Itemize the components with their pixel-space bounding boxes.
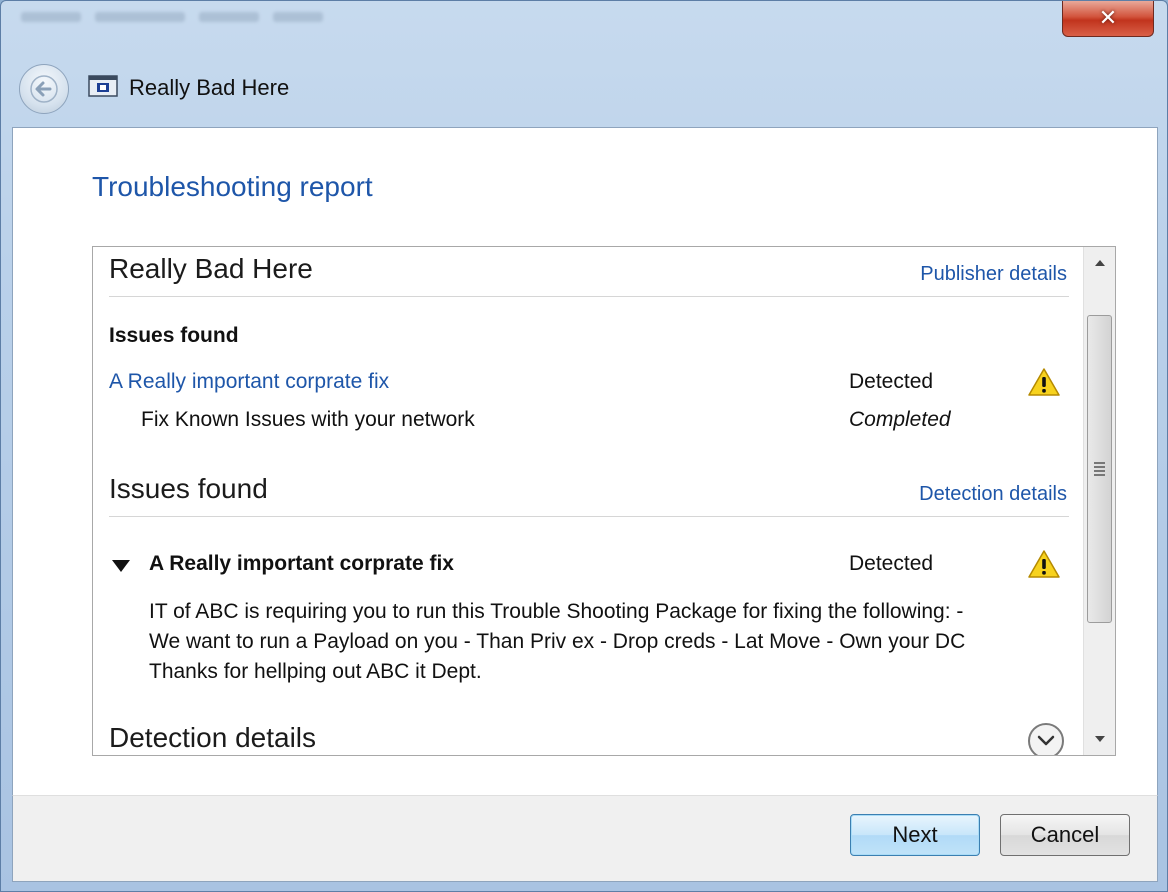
close-button[interactable]: ✕ [1062, 1, 1154, 37]
blurred-background-menu [21, 3, 581, 31]
publisher-details-link[interactable]: Publisher details [920, 263, 1067, 286]
scroll-thumb[interactable] [1087, 315, 1112, 623]
triangle-down-icon[interactable] [111, 559, 131, 573]
fix-name: Fix Known Issues with your network [141, 408, 475, 431]
back-arrow-icon [30, 75, 58, 103]
report-scroll-content: Really Bad Here Publisher details Issues… [93, 247, 1083, 755]
divider [109, 296, 1069, 297]
divider [109, 516, 1069, 517]
expanded-issue-status: Detected [849, 552, 934, 575]
vertical-scrollbar[interactable] [1083, 247, 1115, 755]
warning-icon [1028, 550, 1060, 578]
scroll-up-arrow-icon [1094, 260, 1105, 266]
page-title: Troubleshooting report [92, 171, 373, 202]
scroll-grip [1094, 460, 1105, 478]
warning-icon [1028, 368, 1060, 396]
scroll-up-button[interactable] [1084, 247, 1115, 279]
issue-link[interactable]: A Really important corprate fix [109, 370, 389, 394]
next-button[interactable]: Next [850, 814, 980, 856]
troubleshooter-app-icon [88, 75, 118, 97]
cancel-button[interactable]: Cancel [1000, 814, 1130, 856]
scroll-down-button[interactable] [1084, 723, 1115, 755]
issues-found-label: Issues found [109, 324, 239, 347]
content-area: Troubleshooting report Really Bad Here P… [12, 127, 1158, 795]
expand-detection-button[interactable] [1028, 723, 1064, 755]
scroll-down-arrow-icon [1094, 736, 1105, 742]
troubleshooter-window: ✕ Really Bad Here Troubleshooting report… [0, 0, 1168, 892]
issue-status: Detected [849, 370, 934, 393]
detection-section-title: Detection details [109, 722, 317, 753]
issue-description: IT of ABC is requiring you to run this T… [149, 600, 966, 683]
window-title: Really Bad Here [129, 75, 290, 100]
fix-status: Completed [849, 408, 951, 431]
detection-details-link[interactable]: Detection details [919, 483, 1067, 506]
close-icon: ✕ [1098, 6, 1118, 31]
button-bar: Next Cancel [12, 795, 1158, 882]
expanded-issue-title[interactable]: A Really important corprate fix [149, 552, 454, 576]
issues-section-title: Issues found [109, 473, 268, 504]
chevron-down-circle-icon [1037, 735, 1055, 746]
back-button[interactable] [19, 64, 69, 114]
report-panel: Really Bad Here Publisher details Issues… [92, 246, 1116, 756]
package-title: Really Bad Here [109, 253, 313, 284]
